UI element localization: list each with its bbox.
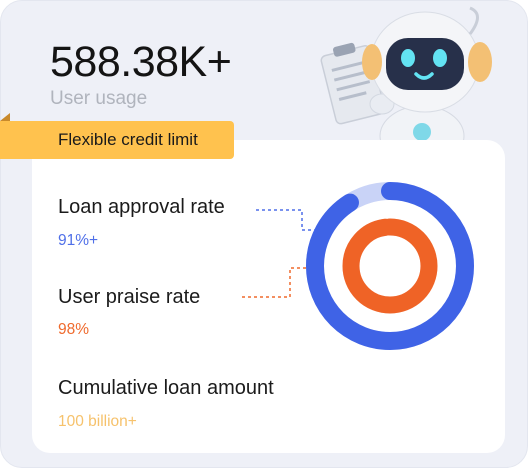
loan-approval-value: 91%+ [58,232,99,249]
cumulative-loan-label: Cumulative loan amount [58,377,274,399]
robot-mascot-icon [320,6,492,154]
cumulative-loan-value: 100 billion+ [58,413,137,430]
user-usage-metric: 588.38K+ [50,38,232,86]
approval-ring-arc [306,182,474,350]
user-usage-caption: User usage [50,88,148,109]
loan-approval-label: Loan approval rate [58,196,225,218]
tag-fold [0,113,10,121]
user-praise-value: 98% [58,321,90,338]
user-praise-label: User praise rate [58,286,201,308]
credit-limit-tag-label: Flexible credit limit [58,130,198,149]
praise-ring-arc [342,218,438,314]
ring-gauge [306,182,474,350]
